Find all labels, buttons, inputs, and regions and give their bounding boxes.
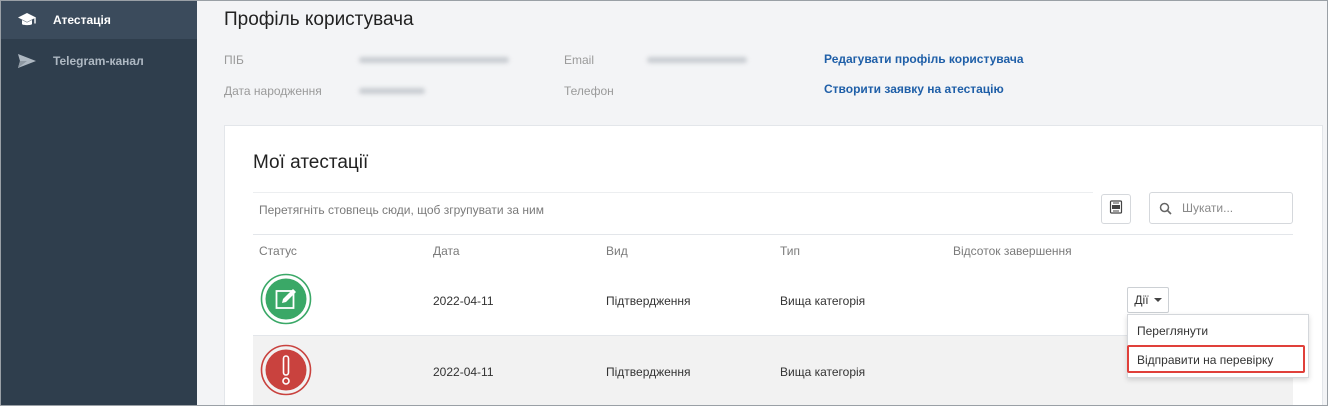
table-header: Статус Дата Вид Тип Відсоток завершення	[253, 234, 1293, 266]
type-cell: Вища категорія	[780, 294, 866, 308]
sidebar: Атестація Telegram-канал	[1, 1, 197, 405]
date-cell: 2022-04-11	[433, 365, 494, 379]
create-request-link[interactable]: Створити заявку на атестацію	[824, 82, 1004, 96]
email-label: Email	[564, 53, 595, 67]
exclamation-icon	[260, 344, 312, 396]
column-header-status[interactable]: Статус	[259, 244, 297, 258]
column-header-date[interactable]: Дата	[433, 244, 460, 258]
kind-cell: Підтвердження	[606, 365, 691, 379]
sidebar-item-attestation[interactable]: Атестація	[1, 1, 197, 39]
name-label: ПІБ	[224, 53, 244, 67]
email-value-redacted	[647, 57, 747, 63]
attestations-card: Мої атестації Перетягніть стовпець сюди,…	[224, 125, 1323, 405]
sidebar-item-telegram[interactable]: Telegram-канал	[1, 42, 197, 80]
search-input[interactable]	[1180, 200, 1284, 216]
sidebar-item-label: Атестація	[53, 13, 111, 27]
page-title: Профіль користувача	[224, 9, 414, 30]
column-header-kind[interactable]: Вид	[606, 244, 628, 258]
actions-label: Дії	[1134, 293, 1149, 307]
column-header-completion[interactable]: Відсоток завершення	[953, 244, 1072, 258]
actions-menu: Переглянути Відправити на перевірку	[1127, 314, 1309, 378]
pencil-square-icon	[260, 273, 312, 325]
menu-item-label: Переглянути	[1137, 324, 1209, 338]
telegram-send-icon	[16, 50, 38, 72]
app-window: Атестація Telegram-канал Профіль користу…	[0, 0, 1328, 406]
group-by-hint: Перетягніть стовпець сюди, щоб згрупуват…	[259, 203, 544, 217]
search-icon	[1159, 202, 1172, 215]
search-field[interactable]	[1149, 192, 1293, 224]
name-value-redacted	[359, 57, 509, 63]
kind-cell: Підтвердження	[606, 294, 691, 308]
sidebar-item-label: Telegram-канал	[53, 54, 144, 68]
phone-label: Телефон	[564, 84, 614, 98]
edit-profile-link[interactable]: Редагувати профіль користувача	[824, 52, 1024, 66]
excel-export-button[interactable]	[1101, 194, 1131, 224]
birthdate-label: Дата народження	[224, 84, 322, 98]
birthdate-value-redacted	[359, 88, 425, 94]
graduation-cap-icon	[16, 9, 38, 31]
menu-item-label: Відправити на перевірку	[1137, 353, 1274, 367]
actions-dropdown-button[interactable]: Дії	[1127, 287, 1169, 313]
excel-export-icon	[1109, 199, 1123, 219]
menu-item-view[interactable]: Переглянути	[1128, 317, 1308, 345]
column-header-type[interactable]: Тип	[780, 244, 800, 258]
group-by-panel[interactable]: Перетягніть стовпець сюди, щоб згрупуват…	[253, 192, 1093, 227]
section-title: Мої атестації	[253, 152, 369, 173]
menu-item-send-for-review[interactable]: Відправити на перевірку	[1128, 346, 1308, 374]
date-cell: 2022-04-11	[433, 294, 494, 308]
type-cell: Вища категорія	[780, 365, 866, 379]
caret-down-icon	[1153, 298, 1162, 302]
